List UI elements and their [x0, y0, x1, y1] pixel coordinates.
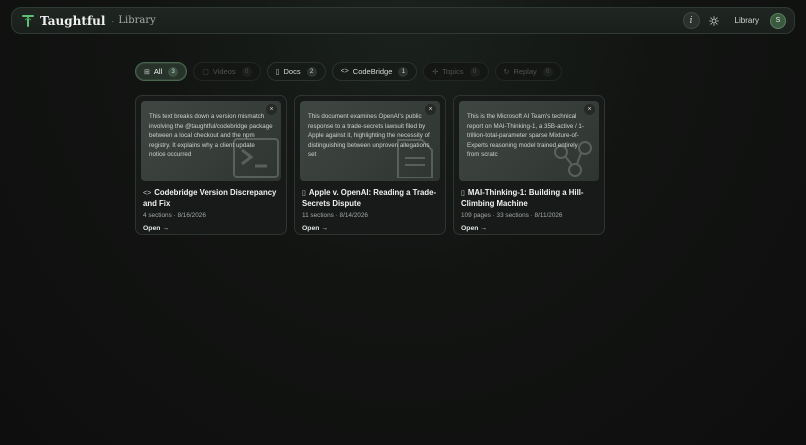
card-preview-text: This document examines OpenAI's public r… — [308, 113, 430, 158]
theme-toggle-sun-icon[interactable] — [706, 12, 723, 29]
filter-label: Topics — [442, 67, 464, 76]
doc-icon: ▯ — [461, 190, 465, 197]
library-card[interactable]: × This document examines OpenAI's public … — [294, 95, 446, 235]
filter-label: Replay — [513, 67, 537, 76]
filter-chip-videos: ▢ Videos 0 — [193, 62, 261, 81]
doc-icon: ▯ — [302, 190, 306, 197]
filter-label: CodeBridge — [352, 67, 393, 76]
card-meta: 11 sections · 8/14/2026 — [302, 212, 368, 219]
library-card[interactable]: × This text breaks down a version mismatc… — [135, 95, 287, 235]
filter-count-badge: 3 — [168, 66, 179, 77]
topics-icon: ✣ — [432, 68, 439, 76]
filter-label: All — [153, 67, 163, 76]
filter-count-badge: 1 — [398, 66, 409, 77]
filter-label: Docs — [283, 67, 301, 76]
card-preview[interactable]: × This document examines OpenAI's public … — [300, 101, 440, 181]
taughtful-logo-icon[interactable] — [22, 14, 34, 28]
filter-bar: ⊞ All 3 ▢ Videos 0 ▯ Docs 2 <> CodeBridge 1 ✣ Topics 0… — [135, 62, 568, 81]
card-title[interactable]: <> Codebridge Version Discrepancy and Fix — [141, 188, 281, 209]
filter-chip-replay: ↻ Replay 0 — [494, 62, 562, 81]
library-card[interactable]: × This is the Microsoft AI Team's technic… — [453, 95, 605, 235]
code-icon: <> — [340, 68, 349, 75]
card-preview[interactable]: × This text breaks down a version mismatc… — [141, 101, 281, 181]
breadcrumb-library: Library — [118, 15, 156, 26]
replay-icon: ↻ — [503, 68, 510, 76]
card-title[interactable]: ▯ Apple v. OpenAI: Reading a Trade-Secret… — [300, 188, 440, 209]
open-link[interactable]: Open → — [459, 225, 599, 232]
code-icon: <> — [143, 190, 152, 197]
card-meta: 109 pages · 33 sections · 8/11/2026 — [461, 212, 563, 219]
breadcrumb-separator: · — [111, 15, 115, 26]
video-icon: ▢ — [202, 68, 209, 76]
card-title-text: Apple v. OpenAI: Reading a Trade-Secrets… — [302, 188, 437, 208]
card-title[interactable]: ▯ MAI-Thinking-1: Building a Hill-Climbin… — [459, 188, 599, 209]
card-preview-text: This is the Microsoft AI Team's technica… — [467, 113, 584, 158]
doc-icon: ▯ — [275, 68, 280, 76]
filter-chip-all[interactable]: ⊞ All 3 — [135, 62, 188, 81]
card-title-text: Codebridge Version Discrepancy and Fix — [143, 188, 277, 208]
close-icon[interactable]: × — [584, 104, 595, 115]
filter-chip-codebridge[interactable]: <> CodeBridge 1 — [331, 62, 418, 81]
filter-count-badge: 2 — [306, 66, 317, 77]
filter-count-badge: 0 — [542, 66, 553, 77]
open-link[interactable]: Open → — [141, 225, 281, 232]
close-icon[interactable]: × — [425, 104, 436, 115]
filter-count-badge: 0 — [469, 66, 480, 77]
user-avatar[interactable]: S — [770, 12, 786, 29]
card-preview-text: This text breaks down a version mismatch… — [149, 113, 273, 158]
brand-name[interactable]: Taughtful — [40, 14, 105, 28]
top-bar: Taughtful · Library i Library S — [11, 7, 795, 34]
filter-label: Videos — [212, 67, 236, 76]
close-icon[interactable]: × — [266, 104, 277, 115]
nav-library-link[interactable]: Library — [735, 16, 759, 25]
card-title-text: MAI-Thinking-1: Building a Hill-Climbing… — [461, 188, 584, 208]
filter-chip-topics: ✣ Topics 0 — [423, 62, 489, 81]
filter-chip-docs[interactable]: ▯ Docs 2 — [266, 62, 326, 81]
filter-count-badge: 0 — [241, 66, 252, 77]
open-link[interactable]: Open → — [300, 225, 440, 232]
card-preview[interactable]: × This is the Microsoft AI Team's technic… — [459, 101, 599, 181]
card-meta: 4 sections · 8/16/2026 — [143, 212, 206, 219]
info-button[interactable]: i — [682, 12, 700, 29]
grid-icon: ⊞ — [144, 68, 150, 76]
